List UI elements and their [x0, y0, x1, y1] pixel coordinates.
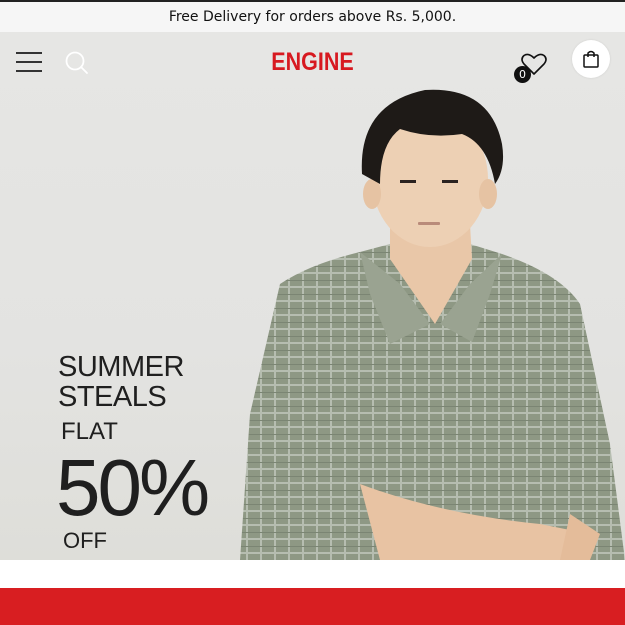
- announcement-text: Free Delivery for orders above Rs. 5,000…: [168, 9, 457, 25]
- promo-percent: 50%: [56, 443, 210, 532]
- promo-summer: SUMMER: [58, 351, 184, 383]
- hero-model-image: [240, 89, 625, 560]
- site-header: ENGINE: [0, 32, 625, 94]
- promo-text: SUMMER STEALS FLAT 50% OFF: [56, 351, 248, 554]
- menu-icon[interactable]: [16, 52, 42, 74]
- shopping-bag-icon[interactable]: [572, 40, 610, 78]
- promo-banner-band[interactable]: [0, 588, 625, 625]
- hero-banner[interactable]: SUMMER STEALS FLAT 50% OFF: [0, 32, 625, 560]
- brand-logo[interactable]: ENGINE: [44, 48, 582, 77]
- promo-steals: STEALS: [58, 381, 167, 413]
- wishlist-count-badge: 0: [514, 66, 531, 83]
- promo-flat: FLAT: [61, 418, 118, 445]
- announcement-bar: Free Delivery for orders above Rs. 5,000…: [0, 2, 625, 32]
